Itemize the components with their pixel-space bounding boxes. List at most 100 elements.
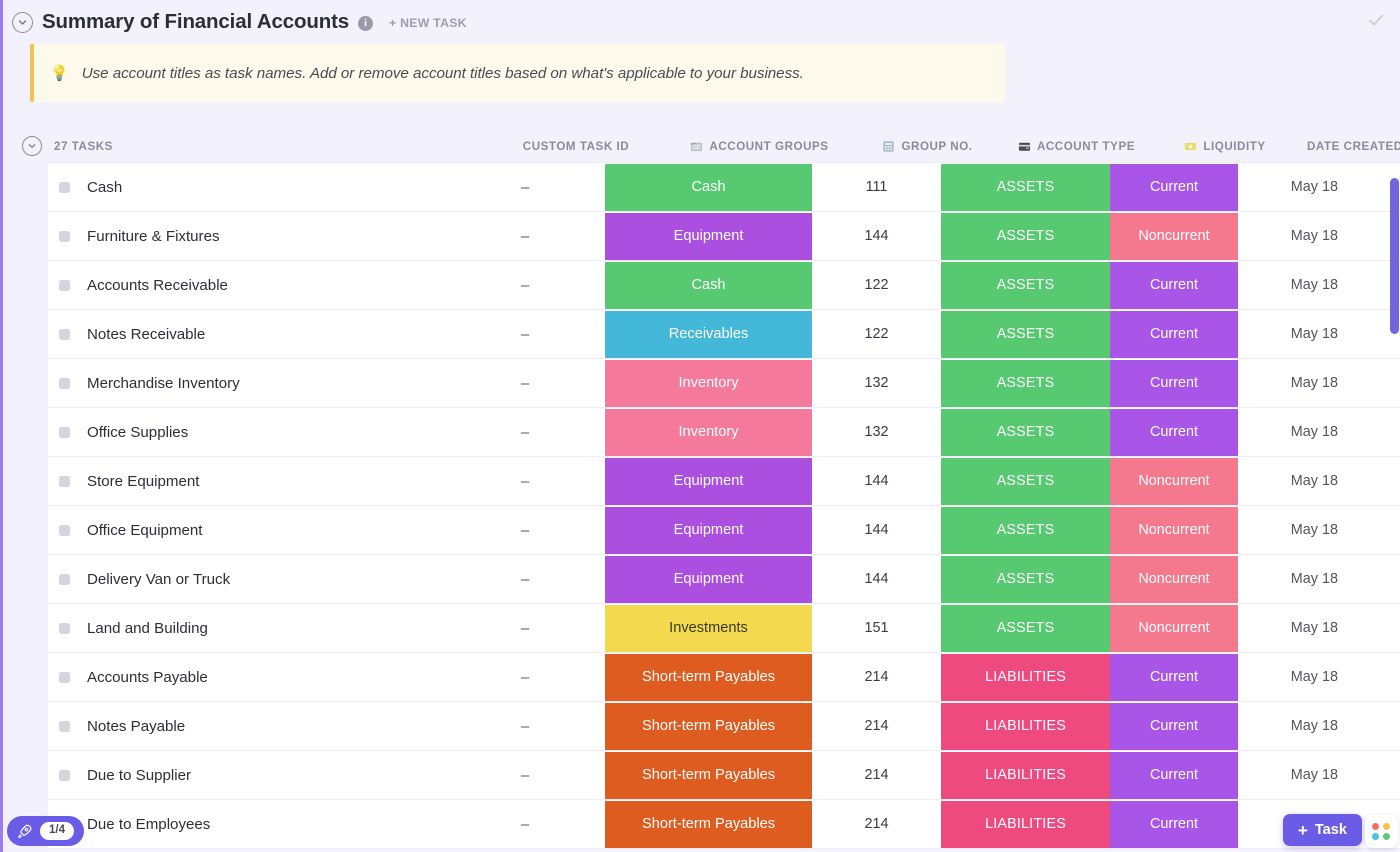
cell-custom-task-id[interactable]: – [445,408,605,456]
cell-account-type[interactable]: ASSETS [941,163,1110,211]
cell-custom-task-id[interactable]: – [445,751,605,799]
table-row[interactable]: Notes Payable – Short-term Payables 214 LIAB… [48,702,1400,751]
cell-account-group[interactable]: Cash [605,163,812,211]
task-status-dot[interactable] [59,720,70,732]
cell-account-type[interactable]: ASSETS [941,359,1110,407]
cell-custom-task-id[interactable]: – [445,506,605,554]
cell-group-no[interactable]: 214 [812,800,941,848]
cell-task-name[interactable]: Due to Employees [48,800,445,848]
cell-liquidity[interactable]: Current [1110,800,1238,848]
cell-date-created[interactable]: May 18 [1238,212,1353,260]
table-row[interactable]: Accounts Payable – Short-term Payables 214 L… [48,653,1400,702]
cell-task-name[interactable]: Cash [48,163,445,211]
cell-account-group[interactable]: Equipment [605,457,812,505]
cell-group-no[interactable]: 144 [812,457,941,505]
cell-liquidity[interactable]: Current [1110,261,1238,309]
cell-date-created[interactable]: May 18 [1238,751,1353,799]
cell-task-name[interactable]: Furniture & Fixtures [48,212,445,260]
table-row[interactable]: Office Supplies – Inventory 132 ASSETS Curren… [48,408,1400,457]
cell-account-group[interactable]: Short-term Payables [605,702,812,750]
cell-custom-task-id[interactable]: – [445,457,605,505]
cell-account-group[interactable]: Equipment [605,555,812,603]
table-row[interactable]: Store Equipment – Equipment 144 ASSETS Noncur… [48,457,1400,506]
cell-custom-task-id[interactable]: – [445,555,605,603]
cell-task-name[interactable]: Delivery Van or Truck [48,555,445,603]
cell-group-no[interactable]: 144 [812,506,941,554]
cell-custom-task-id[interactable]: – [445,359,605,407]
task-status-dot[interactable] [59,475,70,487]
task-status-dot[interactable] [59,377,70,389]
cell-task-name[interactable]: Accounts Payable [48,653,445,701]
cell-custom-task-id[interactable]: – [445,261,605,309]
task-status-dot[interactable] [59,769,70,781]
cell-task-name[interactable]: Office Equipment [48,506,445,554]
column-header-account-type[interactable]: ACCOUNT TYPE [992,140,1161,153]
cell-date-created[interactable]: May 18 [1238,653,1353,701]
task-status-dot[interactable] [59,230,70,242]
cell-liquidity[interactable]: Noncurrent [1110,604,1238,652]
cell-custom-task-id[interactable]: – [445,702,605,750]
cell-account-group[interactable]: Cash [605,261,812,309]
cell-task-name[interactable]: Accounts Receivable [48,261,445,309]
table-row[interactable]: Notes Receivable – Receivables 122 ASSETS Cur… [48,310,1400,359]
cell-task-name[interactable]: Office Supplies [48,408,445,456]
column-header-liquidity[interactable]: LIQUIDITY [1161,140,1289,153]
cell-account-group[interactable]: Receivables [605,310,812,358]
cell-date-created[interactable]: May 18 [1238,261,1353,309]
cell-liquidity[interactable]: Current [1110,702,1238,750]
cell-task-name[interactable]: Notes Payable [48,702,445,750]
cell-liquidity[interactable]: Current [1110,408,1238,456]
cell-group-no[interactable]: 151 [812,604,941,652]
vertical-scrollbar[interactable] [1390,178,1399,334]
cell-date-created[interactable]: May 18 [1238,604,1353,652]
check-icon[interactable] [1366,10,1386,35]
cell-group-no[interactable]: 144 [812,212,941,260]
task-status-dot[interactable] [59,328,70,340]
cell-account-type[interactable]: LIABILITIES [941,653,1110,701]
cell-account-group[interactable]: Short-term Payables [605,653,812,701]
table-row[interactable]: Furniture & Fixtures – Equipment 144 ASSETS N… [48,212,1400,261]
task-status-dot[interactable] [59,622,70,634]
cell-liquidity[interactable]: Current [1110,310,1238,358]
cell-account-group[interactable]: Equipment [605,212,812,260]
table-row[interactable]: Due to Employees – Short-term Payables 214 L… [48,800,1400,849]
cell-account-type[interactable]: LIABILITIES [941,800,1110,848]
cell-custom-task-id[interactable]: – [445,163,605,211]
cell-account-type[interactable]: ASSETS [941,604,1110,652]
cell-liquidity[interactable]: Noncurrent [1110,555,1238,603]
cell-task-name[interactable]: Due to Supplier [48,751,445,799]
info-icon[interactable]: i [358,15,374,31]
cell-group-no[interactable]: 214 [812,751,941,799]
cell-task-name[interactable]: Merchandise Inventory [48,359,445,407]
cell-date-created[interactable]: May 18 [1238,457,1353,505]
cell-account-type[interactable]: ASSETS [941,408,1110,456]
cell-group-no[interactable]: 214 [812,702,941,750]
collapse-list-icon[interactable] [12,11,33,33]
cell-account-type[interactable]: ASSETS [941,555,1110,603]
cell-account-group[interactable]: Short-term Payables [605,751,812,799]
table-row[interactable]: Land and Building – Investments 151 ASSETS No… [48,604,1400,653]
column-header-custom-task-id[interactable]: CUSTOM TASK ID [496,140,656,153]
task-status-dot[interactable] [59,671,70,683]
cell-liquidity[interactable]: Current [1110,163,1238,211]
cell-liquidity[interactable]: Noncurrent [1110,457,1238,505]
add-task-button[interactable]: + Task [1282,814,1362,846]
cell-group-no[interactable]: 132 [812,359,941,407]
cell-task-name[interactable]: Store Equipment [48,457,445,505]
table-row[interactable]: Delivery Van or Truck – Equipment 144 ASSETS… [48,555,1400,604]
apps-grid-button[interactable] [1365,815,1398,848]
cell-liquidity[interactable]: Noncurrent [1110,212,1238,260]
cell-custom-task-id[interactable]: – [445,604,605,652]
cell-group-no[interactable]: 214 [812,653,941,701]
cell-custom-task-id[interactable]: – [445,212,605,260]
cell-group-no[interactable]: 111 [812,163,941,211]
cell-account-type[interactable]: ASSETS [941,506,1110,554]
cell-account-type[interactable]: ASSETS [941,310,1110,358]
task-status-dot[interactable] [59,573,70,585]
column-header-date-created[interactable]: DATE CREATED [1289,140,1400,153]
cell-account-group[interactable]: Equipment [605,506,812,554]
cell-custom-task-id[interactable]: – [445,310,605,358]
cell-liquidity[interactable]: Current [1110,751,1238,799]
column-header-account-groups[interactable]: ACCOUNT GROUPS [656,140,863,153]
table-row[interactable]: Due to Supplier – Short-term Payables 214 LI… [48,751,1400,800]
